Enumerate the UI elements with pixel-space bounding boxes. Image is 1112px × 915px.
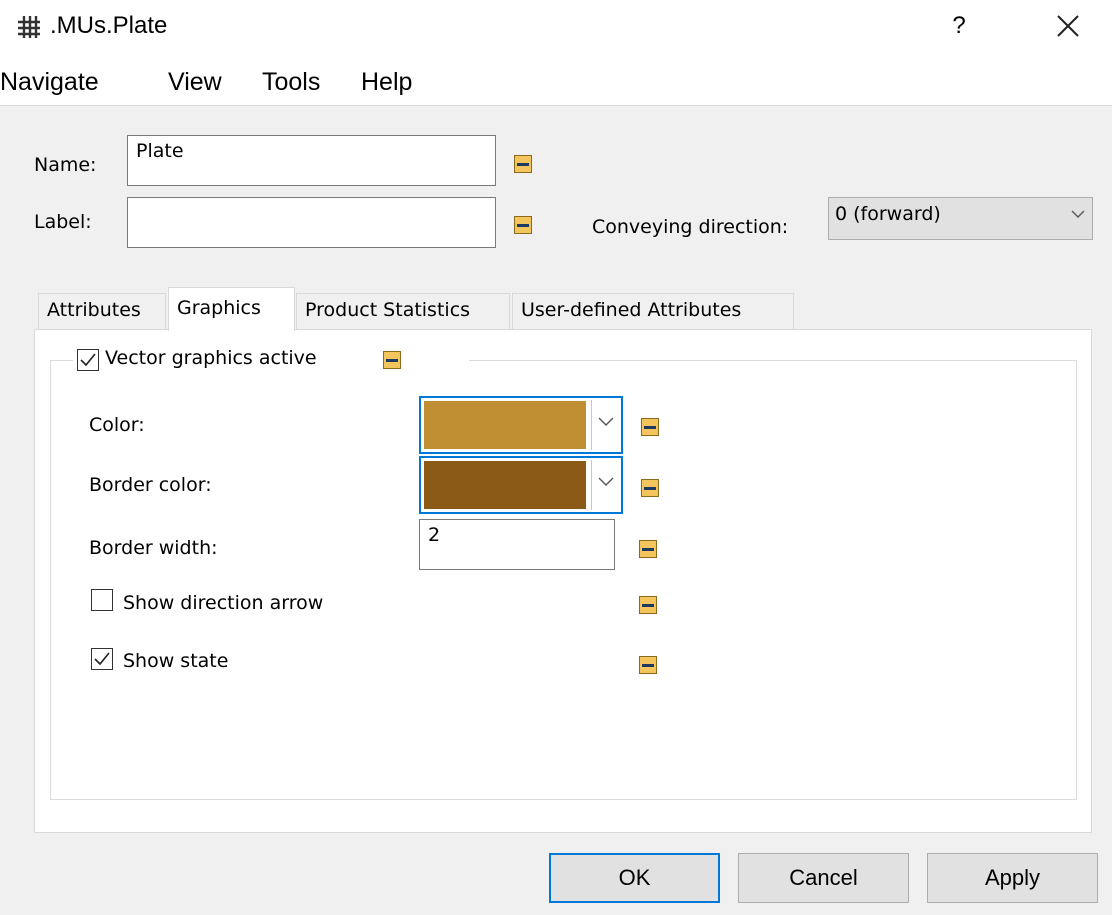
apply-button[interactable]: Apply [927,853,1098,903]
inheritance-lock-icon[interactable] [639,656,657,674]
name-field[interactable]: Plate [127,135,496,186]
menu-tools[interactable]: Tools [262,68,320,97]
inheritance-lock-icon[interactable] [514,216,532,234]
border-color-dropdown[interactable] [591,460,619,510]
border-color-swatch [424,461,586,509]
label-label: Label: [34,211,92,233]
inheritance-lock-icon[interactable] [639,596,657,614]
show-state-checkbox[interactable] [91,648,113,670]
menu-bar: Navigate View Tools Help [0,60,1112,104]
dialog-content: Name: Plate Label: Conveying direction: … [0,105,1112,915]
inheritance-lock-icon[interactable] [383,351,401,369]
tab-graphics[interactable]: Graphics [168,287,295,331]
group-header: Vector graphics active [73,343,469,377]
title-bar: .MUs.Plate ? [0,0,1112,56]
cancel-button[interactable]: Cancel [738,853,909,903]
conveying-direction-label: Conveying direction: [592,216,789,238]
show-state-label: Show state [123,650,229,672]
conveying-direction-select[interactable]: 0 (forward) [828,197,1093,240]
inheritance-lock-icon[interactable] [639,540,657,558]
color-swatch [424,401,586,449]
color-picker[interactable] [419,396,623,454]
menu-navigate[interactable]: Navigate [0,68,99,97]
graphics-tab-page: Vector graphics active Color: Border col… [34,329,1092,833]
close-icon[interactable] [1048,6,1088,46]
menu-help[interactable]: Help [361,68,412,97]
inheritance-lock-icon[interactable] [641,418,659,436]
border-color-picker[interactable] [419,456,623,514]
tab-attributes[interactable]: Attributes [38,293,166,329]
border-width-label: Border width: [89,537,218,559]
menu-view[interactable]: View [168,68,222,97]
border-width-field[interactable]: 2 [419,519,615,570]
checkmark-icon [80,353,96,367]
show-direction-arrow-checkbox[interactable] [91,589,113,611]
border-color-label: Border color: [89,474,212,496]
color-dropdown[interactable] [591,400,619,450]
vector-graphics-label: Vector graphics active [105,347,317,369]
name-label: Name: [34,154,97,176]
chevron-down-icon [1071,210,1085,218]
tab-user-defined-attributes[interactable]: User-defined Attributes [512,293,794,329]
inheritance-lock-icon[interactable] [641,479,659,497]
grid-app-icon [18,16,40,38]
help-button[interactable]: ? [944,8,974,44]
ok-button[interactable]: OK [549,853,720,903]
chevron-down-icon [598,477,614,486]
window-title: .MUs.Plate [50,12,168,39]
label-field[interactable] [127,197,496,248]
conveying-direction-value: 0 (forward) [835,203,941,225]
tab-product-statistics[interactable]: Product Statistics [296,293,510,329]
vector-graphics-checkbox[interactable] [77,349,99,371]
color-label: Color: [89,414,145,436]
chevron-down-icon [598,417,614,426]
inheritance-lock-icon[interactable] [514,155,532,173]
show-direction-arrow-label: Show direction arrow [123,592,324,614]
checkmark-icon [94,652,110,666]
